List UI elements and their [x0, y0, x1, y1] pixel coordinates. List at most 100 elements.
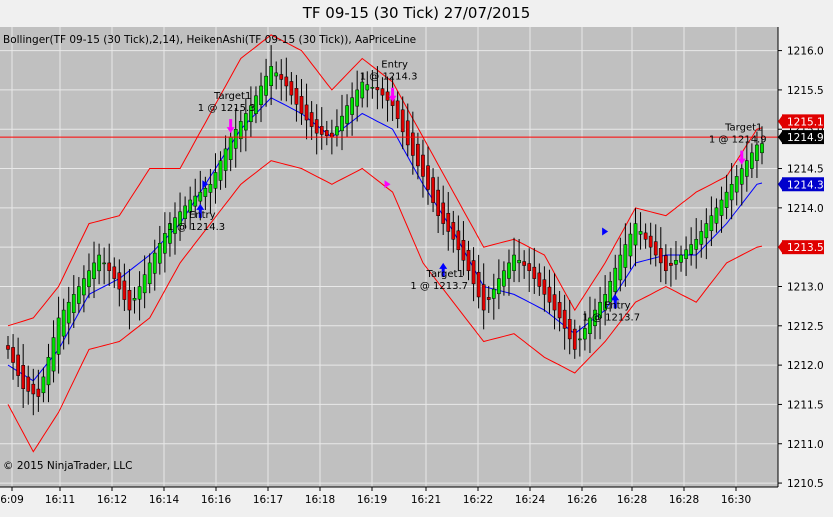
candle-up [623, 244, 628, 268]
x-tick-label: 16:16 [201, 494, 232, 506]
candle-down [451, 222, 456, 240]
candle-up [608, 280, 613, 303]
candle-up [97, 254, 101, 272]
candle-down [405, 120, 410, 146]
candle-down [299, 96, 304, 114]
candle-up [674, 260, 678, 265]
candle-up [491, 288, 496, 299]
indicator-label: Bollinger(TF 09-15 (30 Tick),2,14), Heik… [3, 34, 416, 46]
candle-up [82, 278, 86, 296]
candle-up [61, 309, 66, 337]
candle-down [122, 280, 127, 300]
candle-up [269, 66, 273, 87]
candle-up [198, 191, 203, 202]
candle-up [502, 270, 506, 287]
y-tick-label: 1214.5 [787, 164, 824, 176]
candle-up [719, 199, 724, 216]
candle-up [744, 160, 749, 177]
x-axis-ticks[interactable]: 6:09 16:11 16:12 16:14 16:16 16:17 16:18 16:19 1… [0, 487, 751, 506]
annotation-price: 1 @ 1214.3 [360, 72, 418, 83]
axis-marker-label: 1214.9 [787, 132, 824, 144]
candle-down [21, 365, 26, 389]
candle-down [416, 143, 420, 167]
candle-up [345, 105, 349, 124]
candle-down [669, 262, 673, 266]
candle-up [259, 85, 263, 106]
annotation-price: 1 @ 1213.7 [410, 281, 468, 292]
candle-up [76, 286, 81, 304]
candle-up [517, 260, 521, 264]
candle-down [537, 272, 542, 287]
candle-down [11, 347, 15, 363]
y-tick-label: 1216.0 [787, 46, 824, 58]
annotation-label: Entry [604, 300, 631, 311]
x-tick-label: 16:26 [567, 494, 598, 506]
candle-down [441, 202, 446, 224]
annotation-price: 1 @ 1213.7 [582, 312, 640, 323]
candle-down [567, 319, 572, 340]
candle-up [183, 205, 187, 219]
candle-up [213, 172, 218, 189]
candle-up [203, 187, 208, 197]
annotation-price: 1 @ 1214.9 [709, 135, 767, 146]
candle-down [319, 126, 324, 135]
x-tick-label: 16:17 [253, 494, 283, 506]
annotation-label: Target1 [724, 123, 762, 134]
candle-down [309, 112, 314, 127]
axis-marker-label: 1214.3 [787, 179, 824, 191]
annotation-label: Target1 [426, 269, 464, 280]
candle-down [572, 328, 577, 350]
y-tick-label: 1212.5 [787, 321, 824, 333]
candle-up [704, 223, 709, 239]
candle-up [238, 121, 243, 140]
candle-down [400, 109, 405, 133]
candle-down [486, 297, 491, 300]
y-tick-label: 1214.0 [787, 203, 824, 215]
candle-down [380, 88, 385, 96]
candle-up [92, 262, 96, 280]
candle-down [532, 266, 537, 279]
y-tick-label: 1211.5 [787, 399, 824, 411]
y-axis-ticks[interactable]: 1210.5 1211.0 1211.5 1212.0 1212.5 1213.0 1213… [778, 46, 824, 490]
candle-up [512, 254, 516, 271]
candle-up [714, 207, 719, 224]
candle-up [340, 115, 344, 132]
candle-down [658, 248, 663, 264]
candle-up [724, 191, 729, 209]
candle-up [699, 231, 704, 245]
chart-window: TF 09-15 (30 Tick) 27/07/2015 Target1 1 @… [0, 0, 833, 517]
candle-up [694, 239, 699, 250]
price-chart[interactable]: Target11 @ 1215.3Entry1 @ 1214.3Entry1 @… [0, 0, 833, 517]
candle-down [284, 76, 289, 87]
candle-up [355, 89, 360, 107]
candle-down [127, 290, 132, 311]
candle-down [289, 81, 294, 96]
candle-up [739, 168, 744, 185]
axis-marker-pointer [778, 177, 783, 192]
axis-marker-pointer [778, 130, 783, 145]
candle-up [335, 126, 339, 136]
candle-down [112, 266, 117, 279]
x-tick-label: 16:18 [305, 494, 335, 506]
candle-down [26, 376, 31, 392]
candle-up [729, 184, 734, 201]
candle-down [648, 235, 653, 248]
axis-marker-pointer [778, 240, 783, 255]
axis-marker-label: 1215.1 [787, 116, 824, 128]
candle-up [102, 262, 106, 265]
annotation-label: Target1 [213, 91, 251, 102]
candle-up [228, 136, 233, 160]
candle-down [6, 345, 10, 350]
y-tick-label: 1212.0 [787, 360, 824, 372]
candle-up [350, 97, 354, 115]
candle-down [461, 240, 466, 261]
y-tick-label: 1213.0 [787, 281, 824, 293]
x-tick-label: 16:11 [45, 494, 75, 506]
x-tick-label: 16:30 [721, 494, 751, 506]
candle-down [466, 250, 471, 272]
candle-down [456, 230, 461, 251]
candle-up [218, 160, 223, 181]
x-tick-label: 16:21 [411, 494, 441, 506]
candle-down [31, 383, 36, 395]
candle-down [557, 302, 562, 319]
